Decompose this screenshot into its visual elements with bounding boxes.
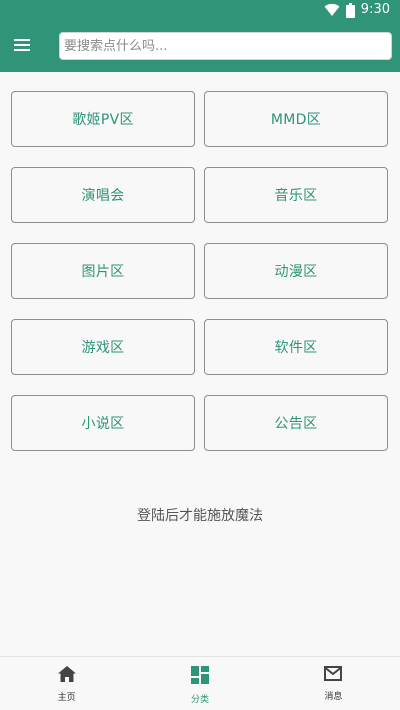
search-input[interactable] xyxy=(60,33,391,59)
app-bar xyxy=(0,20,400,72)
category-label: 演唱会 xyxy=(81,188,125,204)
status-time: 9:30 xyxy=(360,2,390,17)
mail-icon xyxy=(324,666,343,685)
nav-home[interactable]: 主页 xyxy=(0,657,133,710)
category-label: MMD区 xyxy=(270,112,322,128)
category-label: 游戏区 xyxy=(81,340,125,356)
category-label: 图片区 xyxy=(81,264,125,280)
category-label: 音乐区 xyxy=(274,188,318,204)
category-label: 软件区 xyxy=(274,340,318,356)
bottom-nav: 主页 分类 消息 xyxy=(0,656,400,710)
nav-messages-label: 消息 xyxy=(324,692,343,702)
category-novels[interactable]: 小说区 xyxy=(11,395,195,451)
category-label: 歌姬PV区 xyxy=(72,112,134,128)
category-vocaloid-pv[interactable]: 歌姬PV区 xyxy=(11,91,195,147)
category-images[interactable]: 图片区 xyxy=(11,243,195,299)
wifi-icon xyxy=(324,3,340,17)
category-software[interactable]: 软件区 xyxy=(204,319,388,375)
category-concert[interactable]: 演唱会 xyxy=(11,167,195,223)
status-bar: 9:30 xyxy=(0,0,400,20)
nav-categories-label: 分类 xyxy=(190,695,209,705)
menu-icon xyxy=(13,37,31,56)
category-music[interactable]: 音乐区 xyxy=(204,167,388,223)
nav-categories[interactable]: 分类 xyxy=(133,657,266,710)
search-box xyxy=(59,32,392,60)
category-mmd[interactable]: MMD区 xyxy=(204,91,388,147)
home-icon xyxy=(57,666,76,686)
login-message: 登陆后才能施放魔法 xyxy=(137,508,263,524)
category-label: 动漫区 xyxy=(274,264,318,280)
category-announcements[interactable]: 公告区 xyxy=(204,395,388,451)
category-label: 小说区 xyxy=(81,416,125,432)
menu-button[interactable] xyxy=(8,32,36,60)
nav-messages[interactable]: 消息 xyxy=(267,657,400,710)
nav-home-label: 主页 xyxy=(57,693,76,703)
category-anime[interactable]: 动漫区 xyxy=(204,243,388,299)
category-grid: 歌姬PV区 MMD区 演唱会 音乐区 图片区 动漫区 游戏区 软件区 小说区 公… xyxy=(11,91,388,451)
dashboard-icon xyxy=(190,666,209,688)
category-label: 公告区 xyxy=(274,416,318,432)
category-games[interactable]: 游戏区 xyxy=(11,319,195,375)
status-icons: 9:30 xyxy=(324,2,390,18)
battery-icon xyxy=(345,2,355,18)
